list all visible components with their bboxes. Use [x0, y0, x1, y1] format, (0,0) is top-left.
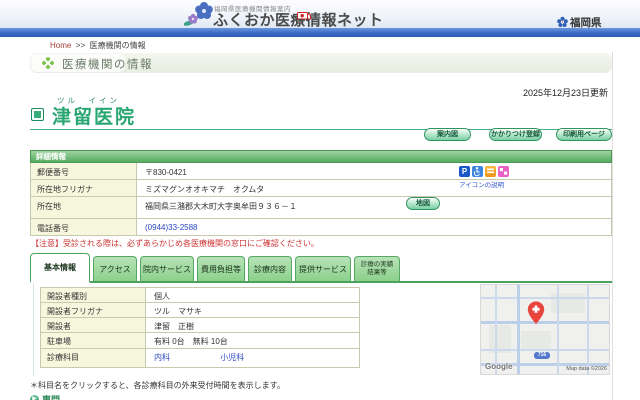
page-right-border	[612, 52, 613, 400]
route-badge: 716	[534, 352, 550, 359]
tab-medical-content[interactable]: 診療内容	[248, 256, 292, 281]
detail-info-table: 詳細情報 郵便番号 〒830-0421 所在地フリガナ ミズマグンオオキマチ オ…	[30, 150, 612, 236]
breadcrumb: Home >> 医療機関の情報	[50, 40, 146, 51]
detail-table-header: 詳細情報	[30, 150, 612, 163]
map-road	[481, 349, 610, 351]
departments-label: 診療科目	[41, 349, 146, 367]
table-row: 電話番号 (0944)33-2588	[30, 219, 612, 236]
icon-legend-link[interactable]: アイコンの説明	[459, 179, 509, 189]
founder-kana-value: ツル マサキ	[146, 303, 359, 317]
map-road	[481, 321, 610, 324]
orange-badge-icon	[485, 166, 496, 177]
map-copyright: Map data ©2026	[566, 366, 607, 372]
table-row: 郵便番号 〒830-0421	[30, 163, 612, 180]
department-link-internal-medicine[interactable]: 内科	[154, 353, 170, 362]
parking-icon: P	[459, 166, 470, 177]
breadcrumb-separator: >>	[76, 41, 85, 50]
founder-label: 開設者	[41, 318, 146, 332]
map-road	[517, 285, 520, 375]
basic-info-table: 開設者種別 個人 開設者フリガナ ツル マサキ 開設者 津留 正樹 駐車場 有料…	[40, 287, 360, 368]
table-row: 診療科目 内科 小児科	[40, 349, 360, 368]
map-road	[557, 285, 559, 375]
address-label: 所在地	[31, 197, 137, 218]
departments-value: 内科 小児科	[146, 349, 359, 367]
breadcrumb-home-link[interactable]: Home	[50, 41, 71, 50]
section-title: 医療機関の情報	[62, 56, 153, 72]
tab-cost-burden[interactable]: 費用負担等	[197, 256, 245, 281]
founder-kana-label: 開設者フリガナ	[41, 303, 146, 317]
site-logo-flower-icon	[184, 1, 214, 28]
updated-date: 2025年12月23日更新	[400, 86, 608, 99]
diamond-icon	[42, 57, 54, 69]
partial-section-heading: ▶ 専門	[30, 393, 60, 400]
location-map[interactable]: 716 Google Map data ©2026	[480, 284, 610, 375]
address-kana-label: 所在地フリガナ	[31, 180, 137, 196]
print-page-button[interactable]: 印刷用ページ	[556, 128, 612, 141]
tab-results[interactable]: 診療の実績 結果等	[354, 256, 400, 281]
table-row: 開設者 津留 正樹	[40, 318, 360, 333]
tab-in-hospital-services[interactable]: 院内サービス	[140, 256, 194, 281]
header-blue-bar	[0, 28, 640, 37]
table-row: 所在地フリガナ ミズマグンオオキマチ オクムタ	[30, 180, 612, 197]
founder-value: 津留 正樹	[146, 318, 359, 332]
map-marker-icon	[527, 301, 545, 325]
page: 福岡県医療機関情報案内 ふくおか医療情報ネット 福岡県 Home >> 医療機関…	[0, 0, 640, 400]
tab-basic-info[interactable]: 基本情報	[30, 253, 90, 283]
guide-map-button[interactable]: 案内図	[424, 128, 471, 141]
section-header-bar: 医療機関の情報	[30, 53, 612, 73]
map-road	[481, 297, 610, 299]
legend-icons-row: P	[459, 166, 509, 177]
accessibility-icon	[472, 166, 483, 177]
founder-type-label: 開設者種別	[41, 288, 146, 302]
google-logo: Google	[485, 362, 513, 371]
parking-value: 有料 0台 無料 10台	[146, 333, 359, 348]
address-value: 福岡県三潴郡大木町大字奥牟田９３６－１	[137, 197, 611, 218]
department-link-pediatrics[interactable]: 小児科	[220, 353, 244, 362]
phone-value: (0944)33-2588	[137, 219, 611, 235]
clinic-square-icon	[31, 108, 44, 121]
partial-section-label: 専門	[42, 393, 60, 400]
table-row: 開設者種別 個人	[40, 288, 360, 303]
ambulance-icon	[297, 11, 311, 22]
postal-code-value: 〒830-0421	[137, 163, 611, 179]
map-button[interactable]: 地図	[406, 197, 440, 210]
icon-legend: P アイコンの説明	[459, 166, 509, 189]
table-row: 駐車場 有料 0台 無料 10台	[40, 333, 360, 349]
tab-provided-services[interactable]: 提供サービス	[295, 256, 351, 281]
map-road	[587, 285, 589, 375]
parking-label: 駐車場	[41, 333, 146, 348]
pink-badge-icon	[498, 166, 509, 177]
address-kana-value: ミズマグンオオキマチ オクムタ	[137, 180, 611, 196]
caution-text: 【注意】受診される際は、必ずあらかじめ各医療機関の窓口にご確認ください。	[31, 238, 319, 249]
table-row: 開設者フリガナ ツル マサキ	[40, 303, 360, 318]
content-left-border	[33, 283, 34, 376]
clinic-name: 津留医院	[52, 102, 136, 129]
section-bullet-icon: ▶	[30, 395, 39, 400]
tab-bar: 基本情報 アクセス 院内サービス 費用負担等 診療内容 提供サービス 診療の実績…	[30, 253, 612, 283]
departments-note: ＊科目名をクリックすると、各診療科目の外来受付時間を表示します。	[30, 380, 285, 391]
tab-access[interactable]: アクセス	[93, 256, 137, 281]
postal-code-label: 郵便番号	[31, 163, 137, 179]
phone-label: 電話番号	[31, 219, 137, 235]
breadcrumb-current: 医療機関の情報	[90, 41, 146, 50]
founder-type-value: 個人	[146, 288, 359, 302]
site-header: 福岡県医療機関情報案内 ふくおか医療情報ネット 福岡県	[0, 0, 640, 28]
map-block	[521, 331, 551, 349]
table-row: 所在地 福岡県三潴郡大木町大字奥牟田９３６－１	[30, 197, 612, 219]
family-doctor-register-button[interactable]: かかりつけ登録	[489, 128, 542, 141]
